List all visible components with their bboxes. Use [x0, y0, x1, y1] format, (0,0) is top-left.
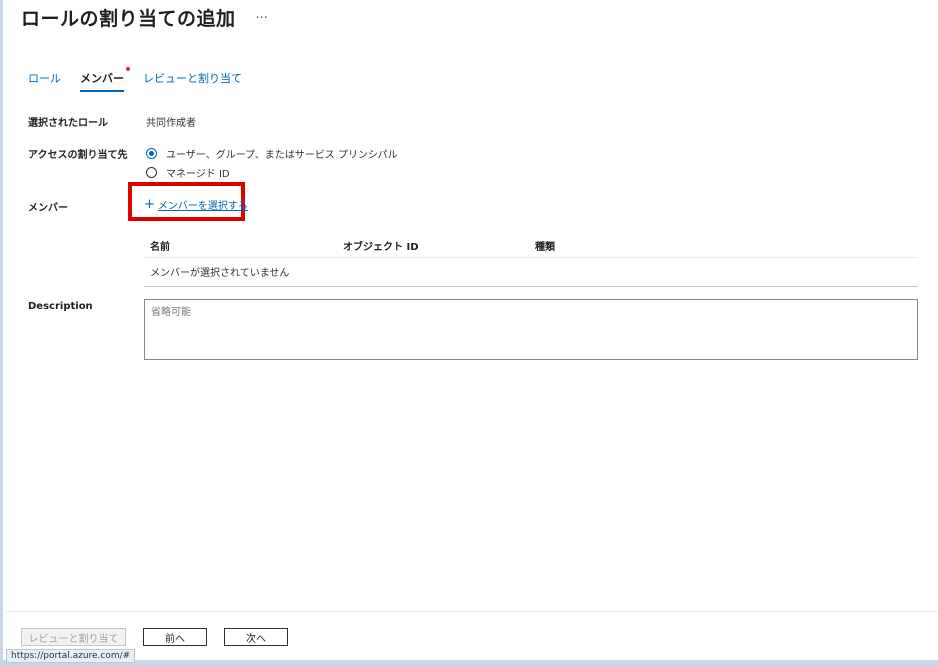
members-label: メンバー	[28, 203, 68, 214]
previous-button[interactable]: 前へ	[143, 628, 207, 646]
radio-managed-identity[interactable]: マネージド ID	[146, 165, 230, 180]
table-bottom-divider	[144, 286, 918, 287]
column-header-type: 種類	[535, 242, 555, 253]
tab-members[interactable]: メンバー	[80, 67, 130, 92]
next-button[interactable]: 次へ	[224, 628, 288, 646]
blade-frame: ロールの割り当ての追加 ··· ロール メンバー レビューと割り当て 選択された…	[0, 0, 938, 666]
tab-role[interactable]: ロール	[28, 70, 61, 92]
radio-checked-icon[interactable]	[146, 148, 157, 159]
page-title: ロールの割り当ての追加	[21, 8, 236, 30]
radio-user-group-sp[interactable]: ユーザー、グループ、またはサービス プリンシパル	[146, 146, 398, 161]
selected-role-value: 共同作成者	[146, 118, 196, 129]
assign-access-label: アクセスの割り当て先	[28, 150, 128, 161]
table-header-divider	[144, 257, 918, 258]
column-header-object-id: オブジェクト ID	[343, 242, 419, 253]
description-label: Description	[28, 301, 93, 312]
tab-review-assign[interactable]: レビューと割り当て	[143, 70, 242, 92]
select-members-link-text: メンバーを選択する	[157, 201, 248, 212]
table-empty-message: メンバーが選択されていません	[150, 268, 290, 279]
description-input[interactable]	[144, 299, 918, 360]
status-bar-url: https://portal.azure.com/#	[6, 649, 136, 663]
footer-divider	[6, 611, 938, 612]
radio-managed-identity-label: マネージド ID	[166, 169, 230, 180]
radio-unchecked-icon[interactable]	[146, 167, 157, 178]
required-dot-icon	[126, 67, 130, 71]
tab-members-label: メンバー	[80, 72, 124, 85]
review-assign-button[interactable]: レビューと割り当て	[21, 628, 126, 646]
column-header-name: 名前	[150, 242, 170, 253]
plus-icon: +	[144, 196, 155, 212]
tab-bar: ロール メンバー レビューと割り当て	[28, 67, 261, 92]
radio-user-group-sp-label: ユーザー、グループ、またはサービス プリンシパル	[166, 150, 398, 161]
selected-role-label: 選択されたロール	[28, 118, 108, 129]
title-row: ロールの割り当ての追加 ···	[21, 4, 268, 31]
more-options-icon[interactable]: ···	[256, 11, 268, 26]
select-members-link[interactable]: + メンバーを選択する	[144, 196, 248, 213]
